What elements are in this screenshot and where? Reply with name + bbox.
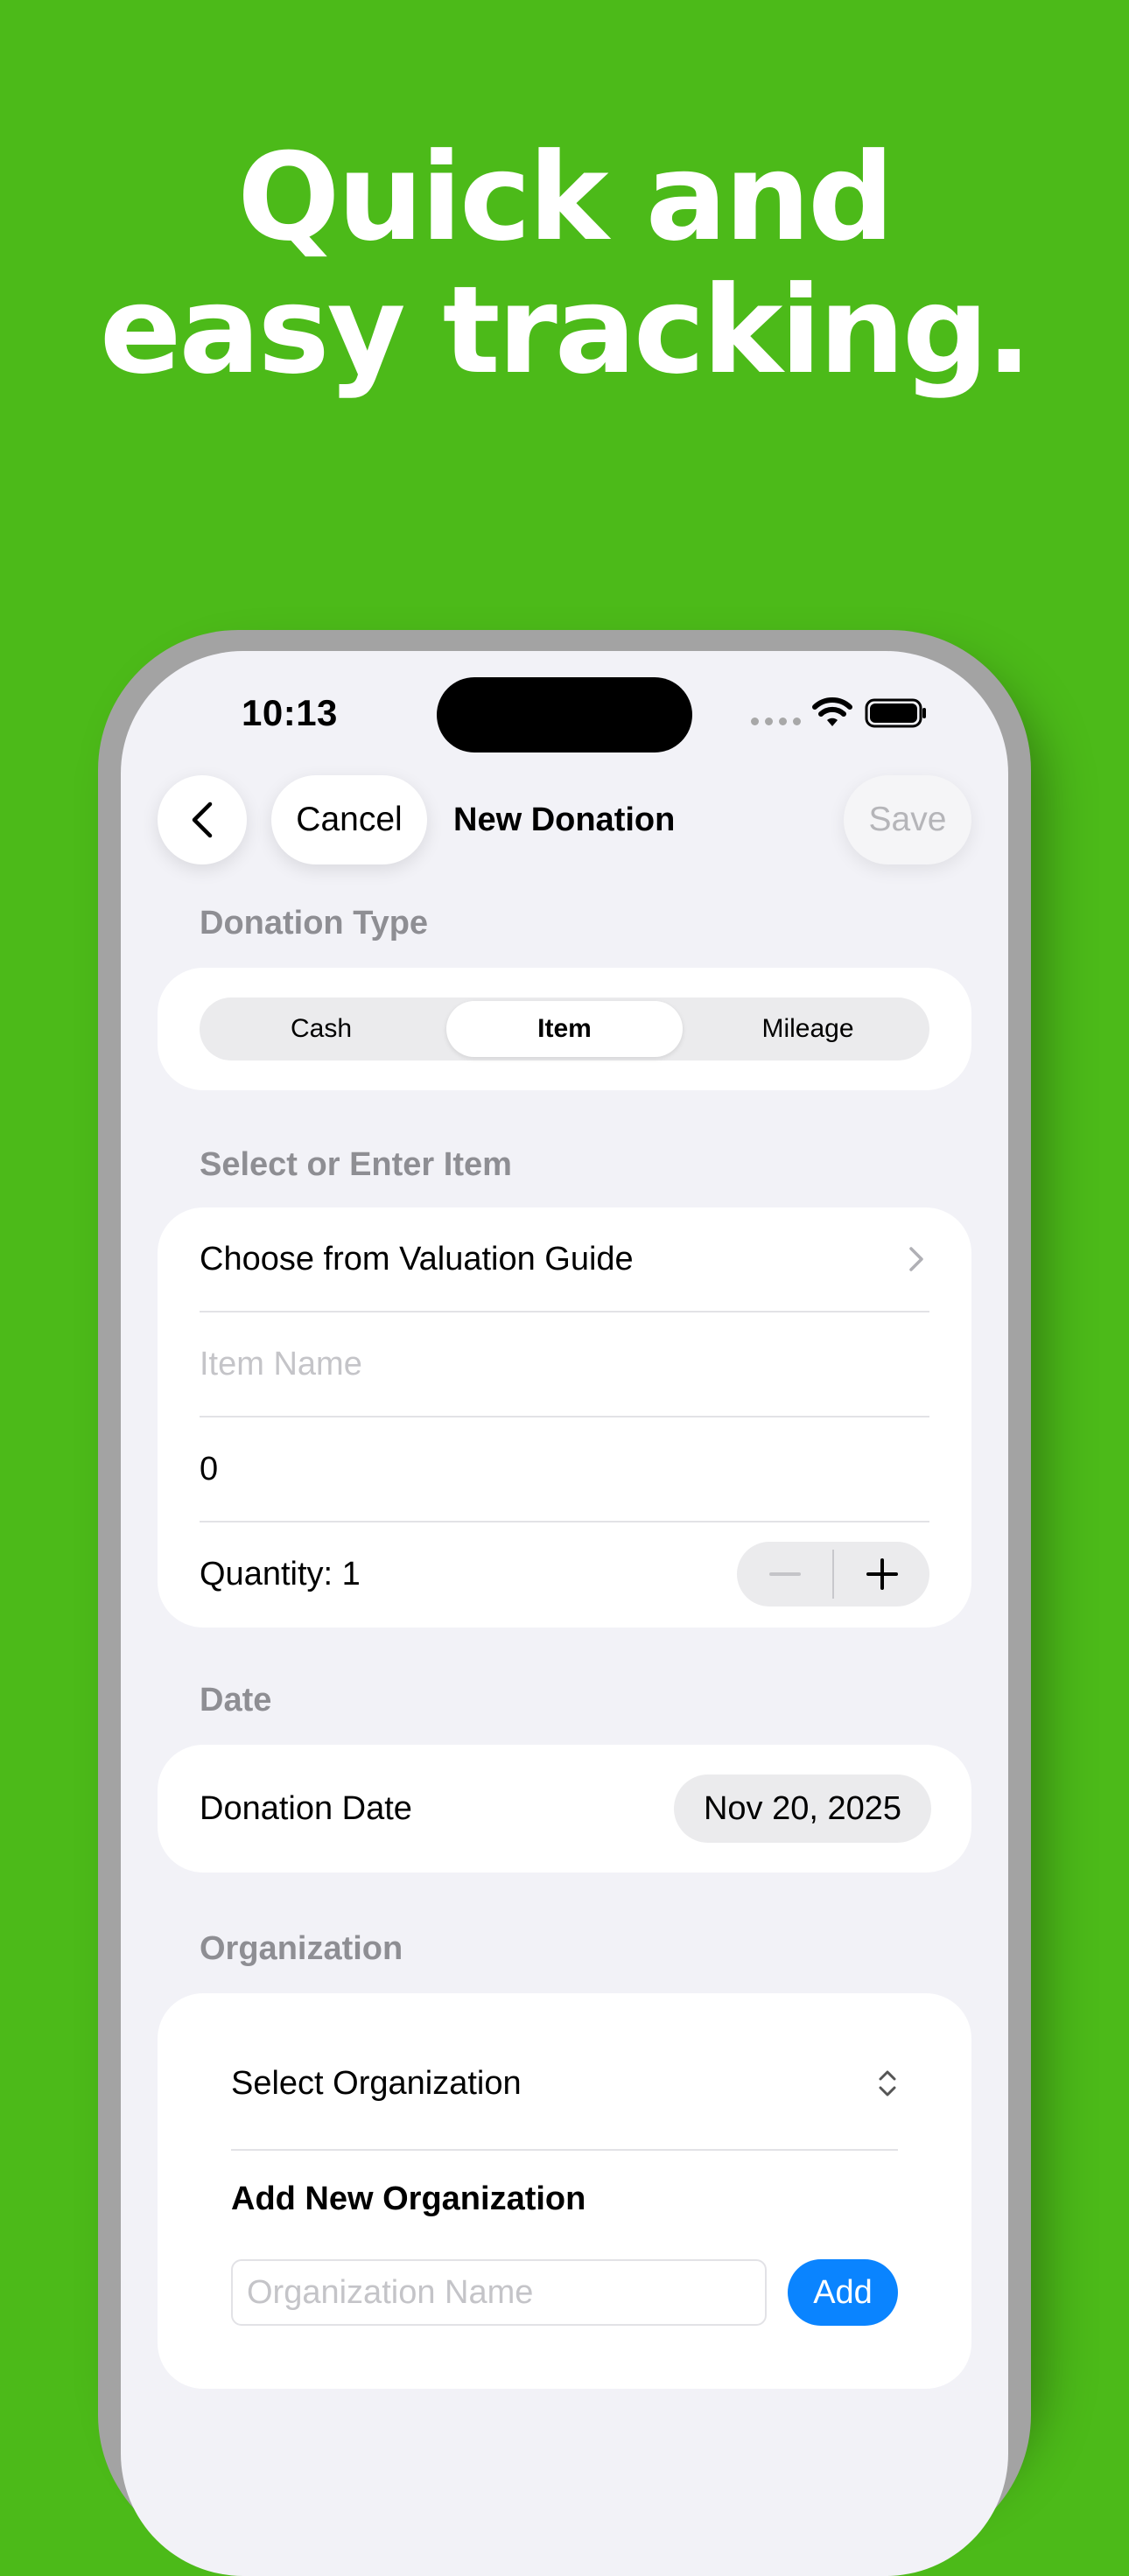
segment-cash[interactable]: Cash [203, 1001, 439, 1057]
donation-type-header: Donation Type [200, 905, 429, 942]
item-section-header: Select or Enter Item [200, 1146, 512, 1183]
donation-type-segmented-control: Cash Item Mileage [200, 998, 929, 1060]
select-organization-picker[interactable]: Select Organization [231, 2032, 898, 2135]
segment-mileage[interactable]: Mileage [690, 1001, 926, 1057]
status-time: 10:13 [242, 692, 338, 733]
segment-item[interactable]: Item [446, 1001, 683, 1057]
valuation-guide-label: Choose from Valuation Guide [200, 1240, 634, 1278]
add-organization-button[interactable]: Add [788, 2259, 898, 2326]
dynamic-island [437, 677, 692, 752]
quantity-stepper [737, 1542, 929, 1606]
item-card: Choose from Valuation Guide Item Name 0 … [158, 1208, 971, 1628]
back-button[interactable] [158, 775, 247, 864]
chevron-right-icon [909, 1247, 923, 1271]
chevron-left-icon [192, 802, 213, 838]
battery-icon [865, 698, 926, 728]
save-button[interactable]: Save [844, 775, 971, 864]
headline: Quick and easy tracking. [0, 131, 1129, 397]
decrement-button[interactable] [737, 1542, 832, 1606]
date-card: Donation Date Nov 20, 2025 [158, 1745, 971, 1872]
minus-icon [768, 1572, 801, 1576]
phone-screen: 10:13 Cancel New Donation Save Donation … [121, 651, 1008, 2576]
donation-date-picker[interactable]: Nov 20, 2025 [674, 1774, 931, 1843]
organization-name-input[interactable]: Organization Name [231, 2259, 767, 2326]
valuation-guide-row[interactable]: Choose from Valuation Guide [200, 1208, 929, 1311]
date-section-header: Date [200, 1682, 272, 1718]
increment-button[interactable] [834, 1542, 929, 1606]
item-name-input[interactable]: Item Name [200, 1312, 929, 1416]
cancel-button[interactable]: Cancel [271, 775, 427, 864]
add-new-organization-title: Add New Organization [231, 2180, 586, 2217]
plus-icon [866, 1558, 898, 1590]
item-value-input[interactable]: 0 [200, 1418, 929, 1521]
cellular-signal-icon [751, 718, 801, 725]
headline-line-2: easy tracking. [99, 260, 1032, 401]
page-title: New Donation [453, 802, 676, 838]
donation-type-card: Cash Item Mileage [158, 968, 971, 1090]
organization-section-header: Organization [200, 1930, 403, 1967]
divider [231, 2149, 898, 2151]
chevron-up-down-icon [879, 2070, 896, 2096]
headline-line-1: Quick and [237, 127, 894, 268]
wifi-icon [812, 697, 852, 726]
organization-card: Select Organization Add New Organization… [158, 1993, 971, 2389]
select-organization-label: Select Organization [231, 2064, 522, 2102]
